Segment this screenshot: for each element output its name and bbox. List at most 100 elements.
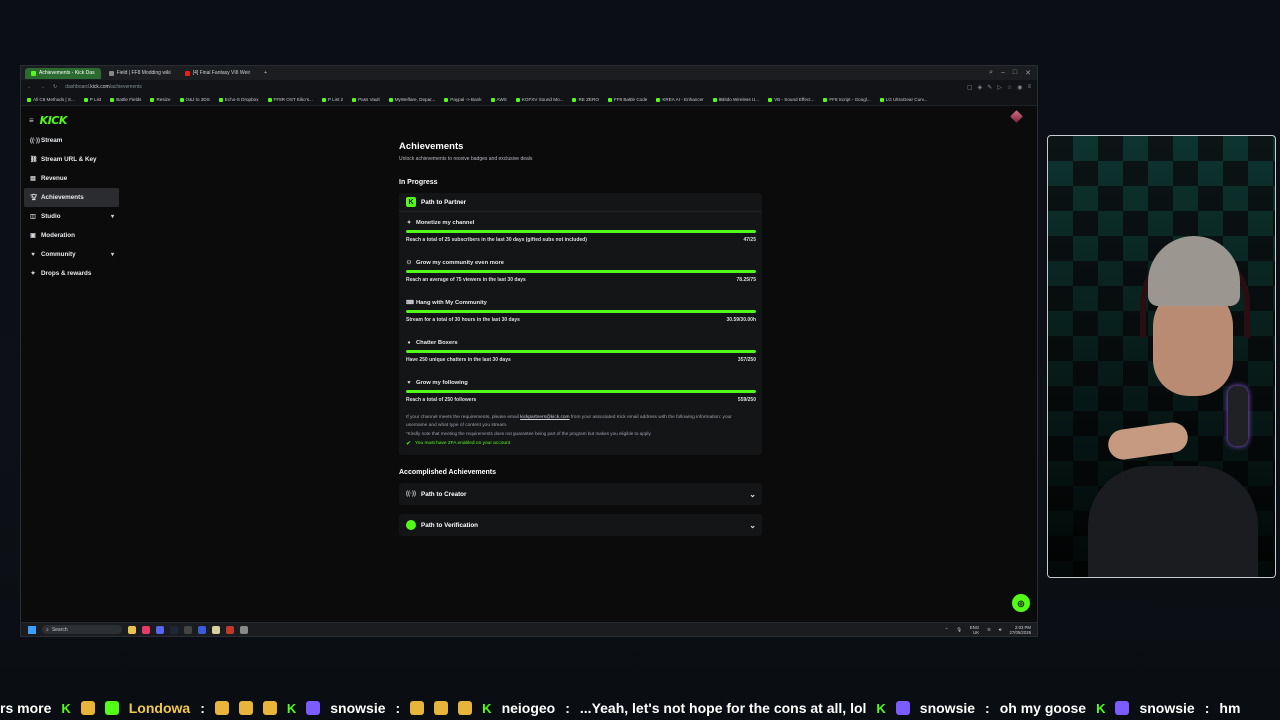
volume-icon[interactable]: 🔊︎	[999, 627, 1002, 632]
menu-icon[interactable]: ≡	[1027, 84, 1031, 91]
goal-title: Grow my following	[416, 380, 468, 386]
shield-icon: ▣	[30, 233, 36, 239]
bookmark[interactable]: All C8 Methods | S...	[27, 97, 75, 102]
bookmark[interactable]: VB - Sound Effect...	[768, 97, 814, 102]
progress-bar-fill	[406, 350, 756, 353]
maximize-icon[interactable]: □	[1013, 69, 1017, 77]
bookmark[interactable]: KOFXV Sound Mo...	[515, 97, 563, 102]
twofa-text: You must have 2FA enabled on your accoun…	[415, 441, 511, 446]
extension-icon[interactable]: ◉	[1017, 84, 1022, 91]
chat-username: snowsie	[919, 700, 976, 716]
search-tabs-icon[interactable]: ⌕	[989, 69, 993, 77]
address-bar: ← → ↻ dashboard.kick.com/achievements ▢ …	[21, 80, 1037, 94]
hamburger-icon[interactable]: ≡	[29, 116, 34, 125]
sidebar-item-stream[interactable]: ((·)) Stream	[24, 131, 119, 150]
bookmark[interactable]: O&J to 3DS	[179, 97, 210, 102]
bookmark[interactable]: MyWelfare, Depar...	[388, 97, 435, 102]
chevron-up-icon[interactable]: ⌃	[945, 627, 949, 633]
tab-ff8-youtube[interactable]: [4] Final Fantasy VIII Weir	[179, 68, 256, 79]
clock[interactable]: 2:03 PM 27/05/2026	[1009, 625, 1031, 635]
back-icon[interactable]: ←	[27, 84, 32, 90]
check-icon: ✔	[406, 441, 412, 447]
bookmark[interactable]: RE ZERO	[572, 97, 599, 102]
bookmark[interactable]: AWS	[490, 97, 507, 102]
progress-bar-fill	[406, 270, 756, 273]
emote-icon	[262, 701, 277, 715]
wifi-icon[interactable]: ≋	[987, 627, 991, 633]
extension-icon[interactable]: ◈	[978, 84, 983, 91]
sidebar-item-achievements[interactable]: 🏆︎ Achievements	[24, 188, 119, 207]
url-field[interactable]: dashboard.kick.com/achievements	[65, 84, 142, 90]
minimize-icon[interactable]: –	[1001, 69, 1005, 77]
sidebar-item-label: Community	[41, 251, 76, 258]
help-chat-button[interactable]: ◎	[1012, 594, 1030, 612]
accordion-path-to-creator[interactable]: ((·)) Path to Creator ⌄	[399, 483, 762, 505]
accordion-path-to-verification[interactable]: Path to Verification ⌄	[399, 514, 762, 536]
bookmark[interactable]: FF8 Script - Googl...	[823, 97, 871, 102]
achievements-page: Achievements Unlock achievements to rece…	[399, 107, 764, 536]
bookmark[interactable]: KREA AI - Enhancer	[656, 97, 704, 102]
taskbar-search[interactable]: ⌕ Search	[42, 625, 122, 634]
kick-icon: K	[286, 700, 297, 716]
bookmark[interactable]: Resize	[150, 97, 171, 102]
bookmark[interactable]: P List 2	[321, 97, 343, 102]
app-icon[interactable]	[198, 625, 206, 634]
tab-achievements[interactable]: Achievements - Kick Das	[25, 67, 101, 79]
sidebar-item-community[interactable]: ♥ Community ▾	[24, 245, 119, 264]
obs-icon[interactable]	[184, 625, 192, 634]
app-icon[interactable]	[142, 625, 150, 634]
goal-progress: 357/250	[737, 357, 756, 363]
webcam-overlay	[1047, 135, 1276, 578]
partner-note: If your channel meets the requirements, …	[406, 415, 732, 428]
new-tab-button[interactable]: +	[258, 68, 273, 79]
extension-icon[interactable]: ▷	[997, 84, 1002, 91]
streamer-body	[1088, 466, 1258, 577]
forward-icon[interactable]: →	[40, 84, 45, 90]
partner-email-link[interactable]: kickpartners@kick.com	[520, 415, 569, 420]
youtube-icon	[184, 70, 190, 76]
plus-icon: +	[264, 70, 268, 76]
notepad-icon[interactable]	[212, 625, 220, 634]
bookmark[interactable]: FF8R OST Eiko's...	[267, 97, 313, 102]
extension-icon[interactable]: ▢	[967, 84, 973, 91]
settings-icon[interactable]	[240, 625, 248, 634]
bookmark[interactable]: 8Bitdo Wireless U...	[712, 97, 759, 102]
sidebar-item-revenue[interactable]: ▤ Revenue	[24, 169, 119, 188]
sidebar-item-moderation[interactable]: ▣ Moderation	[24, 226, 119, 245]
windows-start-icon[interactable]	[28, 625, 36, 634]
sidebar-item-label: Stream	[41, 137, 63, 144]
mic-icon[interactable]: 🎙︎	[956, 627, 961, 633]
steam-icon[interactable]	[170, 625, 178, 634]
star-icon[interactable]: ☆	[1007, 84, 1012, 91]
kick-logo[interactable]: KICK	[40, 114, 68, 127]
viewers-icon: ⚇	[406, 260, 412, 266]
sidebar-item-stream-url-key[interactable]: ⛓ Stream URL & Key	[24, 150, 119, 169]
bookmark[interactable]: FF8 Battle Code	[607, 97, 647, 102]
reload-icon[interactable]: ↻	[53, 84, 57, 90]
profile-avatar-icon[interactable]	[1010, 110, 1023, 123]
bookmark[interactable]: Battle Fields	[110, 97, 141, 102]
app-icon[interactable]	[226, 625, 234, 634]
sidebar-item-drops-rewards[interactable]: ✦ Drops & rewards	[24, 264, 119, 283]
heart-icon: ♥	[407, 380, 411, 386]
file-explorer-icon[interactable]	[128, 625, 136, 634]
community-icon: ♥	[31, 251, 35, 258]
wiki-icon	[108, 70, 114, 76]
progress-bar	[406, 390, 756, 393]
emote-icon	[458, 701, 473, 715]
extension-icon[interactable]: ✎	[987, 84, 992, 91]
bookmark[interactable]: Paypal -> Bank	[444, 97, 482, 102]
tab-ff8-wiki[interactable]: Field | FF8 Modding wiki	[103, 68, 177, 79]
bookmark[interactable]: Pass Vault	[352, 97, 380, 102]
bookmark[interactable]: LG UltraGear Curv...	[879, 97, 927, 102]
discord-icon[interactable]	[156, 625, 164, 634]
language-indicator[interactable]: ENG UK	[970, 625, 979, 635]
card-header: K Path to Partner	[399, 193, 762, 212]
chevron-down-icon: ⌄	[749, 489, 756, 499]
sidebar-item-studio[interactable]: ◫ Studio ▾	[24, 207, 119, 226]
close-icon[interactable]: ✕	[1025, 69, 1031, 77]
bookmark[interactable]: P List	[83, 97, 101, 102]
chat-message: hm	[1219, 700, 1241, 716]
goal-list: ✦ Monetize my channel Reach a total of 25…	[399, 212, 762, 404]
bookmark[interactable]: Echo-S Dropbox	[218, 97, 259, 102]
